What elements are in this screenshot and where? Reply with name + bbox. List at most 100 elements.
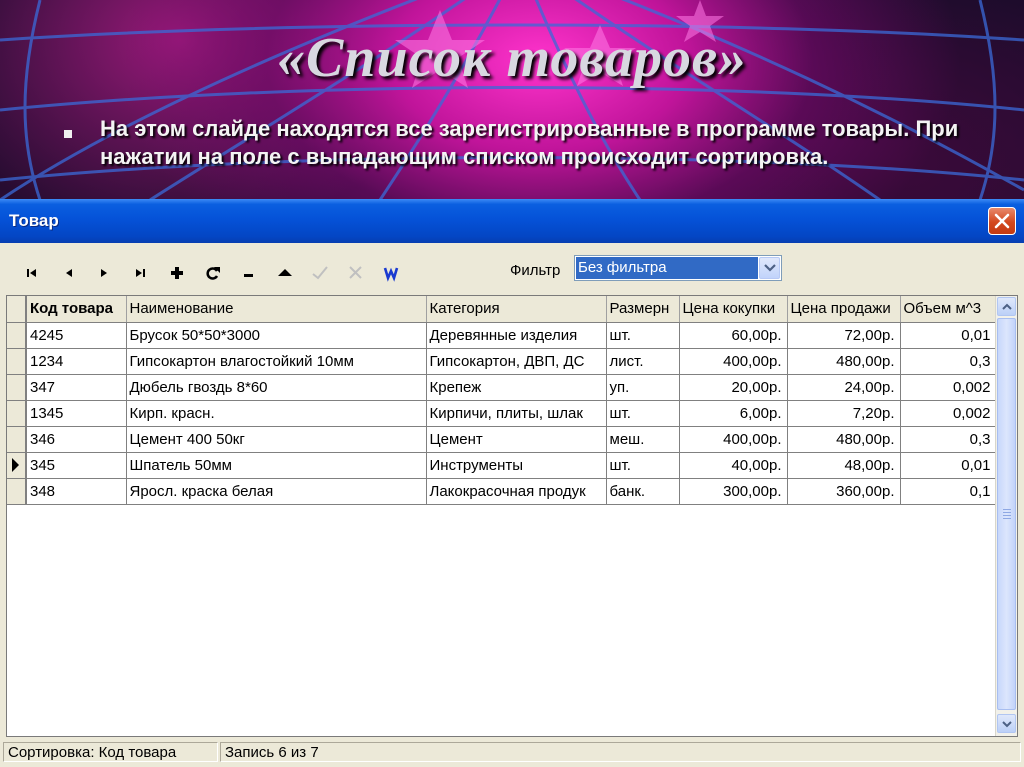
- row-indicator[interactable]: [7, 452, 27, 479]
- table-cell[interactable]: Гипсокартон, ДВП, ДС: [426, 348, 607, 375]
- scroll-thumb[interactable]: [997, 318, 1016, 710]
- table-cell[interactable]: Крепеж: [426, 374, 607, 401]
- insert-record-button[interactable]: [165, 261, 189, 285]
- table-header-row: Код товара Наименование Категория Размер…: [7, 296, 997, 323]
- table-cell[interactable]: 72,00р.: [787, 322, 901, 349]
- filter-selected-value[interactable]: Без фильтра: [576, 257, 758, 279]
- table-cell[interactable]: шт.: [606, 452, 680, 479]
- next-record-button[interactable]: [92, 261, 116, 285]
- table-cell[interactable]: 346: [26, 426, 127, 453]
- table-cell[interactable]: 60,00р.: [679, 322, 788, 349]
- table-row[interactable]: 1234 Гипсокартон влагостойкий 10мм Гипсока…: [7, 348, 997, 375]
- close-button[interactable]: [988, 207, 1016, 235]
- post-record-button[interactable]: [308, 261, 332, 285]
- slide-title: «Список товаров»: [277, 27, 747, 89]
- table-cell[interactable]: 480,00р.: [787, 348, 901, 375]
- table-cell[interactable]: Брусок 50*50*3000: [126, 322, 427, 349]
- table-cell[interactable]: Цемент 400 50кг: [126, 426, 427, 453]
- table-cell[interactable]: 0,002: [900, 374, 997, 401]
- table-cell[interactable]: 0,3: [900, 426, 997, 453]
- table-cell[interactable]: 0,002: [900, 400, 997, 427]
- scroll-down-button[interactable]: [997, 714, 1016, 733]
- table-cell[interactable]: Дюбель гвоздь 8*60: [126, 374, 427, 401]
- row-indicator[interactable]: [7, 478, 27, 505]
- row-indicator[interactable]: [7, 374, 27, 401]
- table-cell[interactable]: 0,1: [900, 478, 997, 505]
- table-cell[interactable]: 400,00р.: [679, 348, 788, 375]
- table-cell[interactable]: 0,3: [900, 348, 997, 375]
- vertical-scrollbar[interactable]: [995, 296, 1017, 736]
- table-cell[interactable]: Цемент: [426, 426, 607, 453]
- minus-icon: [244, 274, 253, 277]
- table-cell[interactable]: Шпатель 50мм: [126, 452, 427, 479]
- scroll-up-button[interactable]: [997, 297, 1016, 316]
- last-icon: [136, 269, 145, 277]
- table-cell[interactable]: 24,00р.: [787, 374, 901, 401]
- refresh-button[interactable]: [201, 261, 225, 285]
- table-cell[interactable]: Лакокрасочная продук: [426, 478, 607, 505]
- report-button[interactable]: [381, 261, 405, 285]
- table-cell[interactable]: лист.: [606, 348, 680, 375]
- table-row[interactable]: 346 Цемент 400 50кг Цемент меш. 400,00р. 480,…: [7, 426, 997, 453]
- table-cell[interactable]: 360,00р.: [787, 478, 901, 505]
- table-row[interactable]: 347 Дюбель гвоздь 8*60 Крепеж уп. 20,00р. 24,…: [7, 374, 997, 401]
- table-row[interactable]: 4245 Брусок 50*50*3000 Деревянные изделия ш…: [7, 322, 997, 349]
- table-cell[interactable]: Кирпичи, плиты, шлак: [426, 400, 607, 427]
- status-record: Запись 6 из 7: [220, 742, 1021, 762]
- table-cell[interactable]: уп.: [606, 374, 680, 401]
- edit-record-button[interactable]: [273, 261, 297, 285]
- table-cell[interactable]: 7,20р.: [787, 400, 901, 427]
- chevron-down-icon: [1002, 721, 1012, 728]
- table-cell[interactable]: шт.: [606, 400, 680, 427]
- slide-bullet-text: На этом слайде находятся все зарегистрир…: [100, 116, 959, 169]
- table-cell[interactable]: 6,00р.: [679, 400, 788, 427]
- table-cell[interactable]: шт.: [606, 322, 680, 349]
- row-indicator[interactable]: [7, 400, 27, 427]
- table-row[interactable]: 345 Шпатель 50мм Инструменты шт. 40,00р. 48,0…: [7, 452, 997, 479]
- table-cell[interactable]: 20,00р.: [679, 374, 788, 401]
- column-header[interactable]: Цена кокупки: [679, 296, 788, 323]
- status-sort: Сортировка: Код товара: [3, 742, 218, 762]
- table-cell[interactable]: 0,01: [900, 452, 997, 479]
- table-row[interactable]: 348 Яросл. краска белая Лакокрасочная прод…: [7, 478, 997, 505]
- table-cell[interactable]: меш.: [606, 426, 680, 453]
- filter-dropdown-button[interactable]: [759, 257, 780, 279]
- row-indicator[interactable]: [7, 426, 27, 453]
- column-header[interactable]: Размерн: [606, 296, 680, 323]
- first-record-button[interactable]: [20, 261, 44, 285]
- table-cell[interactable]: 348: [26, 478, 127, 505]
- table-cell[interactable]: 1234: [26, 348, 127, 375]
- table-cell[interactable]: 4245: [26, 322, 127, 349]
- table-cell[interactable]: 480,00р.: [787, 426, 901, 453]
- column-header[interactable]: Цена продажи: [787, 296, 901, 323]
- table-cell[interactable]: Кирп. красн.: [126, 400, 427, 427]
- table-cell[interactable]: Яросл. краска белая: [126, 478, 427, 505]
- last-record-button[interactable]: [129, 261, 153, 285]
- prior-record-button[interactable]: [57, 261, 81, 285]
- goods-grid[interactable]: Код товара Наименование Категория Размер…: [6, 295, 1018, 737]
- table-cell[interactable]: 400,00р.: [679, 426, 788, 453]
- cancel-edit-button[interactable]: [344, 261, 368, 285]
- table-cell[interactable]: банк.: [606, 478, 680, 505]
- table-cell[interactable]: 40,00р.: [679, 452, 788, 479]
- table-cell[interactable]: Деревянные изделия: [426, 322, 607, 349]
- column-header[interactable]: Наименование: [126, 296, 427, 323]
- table-cell[interactable]: 48,00р.: [787, 452, 901, 479]
- window-titlebar[interactable]: Товар: [0, 199, 1024, 243]
- column-header[interactable]: Код товара: [26, 296, 127, 323]
- row-indicator[interactable]: [7, 322, 27, 349]
- table-cell[interactable]: Гипсокартон влагостойкий 10мм: [126, 348, 427, 375]
- column-header[interactable]: Объем м^3: [900, 296, 997, 323]
- table-cell[interactable]: 347: [26, 374, 127, 401]
- table-row[interactable]: 1345 Кирп. красн. Кирпичи, плиты, шлак шт. 6…: [7, 400, 997, 427]
- goods-table: Код товара Наименование Категория Размер…: [7, 296, 997, 505]
- row-indicator[interactable]: [7, 348, 27, 375]
- table-cell[interactable]: 0,01: [900, 322, 997, 349]
- table-cell[interactable]: 1345: [26, 400, 127, 427]
- table-cell[interactable]: 345: [26, 452, 127, 479]
- table-cell[interactable]: 300,00р.: [679, 478, 788, 505]
- delete-record-button[interactable]: [237, 261, 261, 285]
- filter-select[interactable]: Без фильтра: [574, 255, 782, 281]
- table-cell[interactable]: Инструменты: [426, 452, 607, 479]
- column-header[interactable]: Категория: [426, 296, 607, 323]
